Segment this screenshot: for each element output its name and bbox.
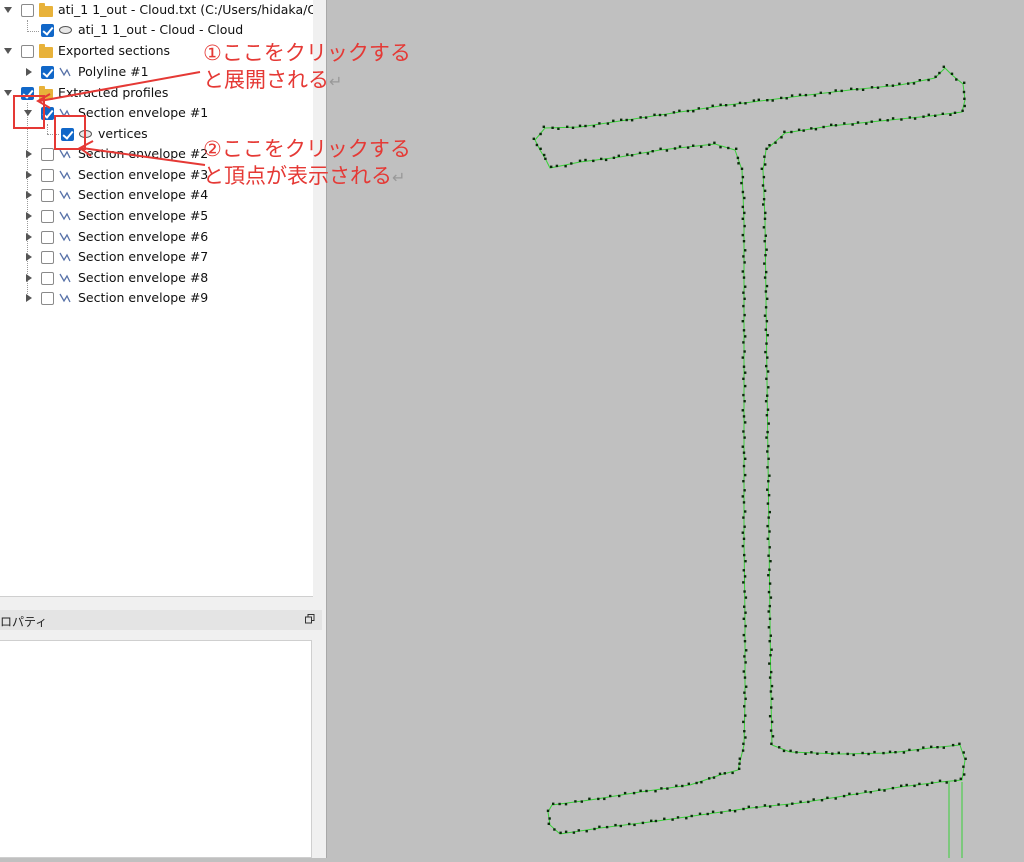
return-mark: ↵ [329,72,343,91]
annotation-1-line1: ①ここをクリックする [203,41,411,65]
annotation-1: ①ここをクリックする と展開される↵ [203,40,411,95]
arrow-2-line [81,147,206,166]
return-mark: ↵ [392,168,406,187]
annotation-1-line2: と展開される [203,68,329,92]
arrow-1-line [39,71,201,102]
annotation-2-line2: と頂点が表示される [203,164,392,188]
annotation-2: ②ここをクリックする と頂点が表示される↵ [203,136,411,191]
annotation-arrows [36,71,206,166]
annotation-2-line1: ②ここをクリックする [203,137,411,161]
